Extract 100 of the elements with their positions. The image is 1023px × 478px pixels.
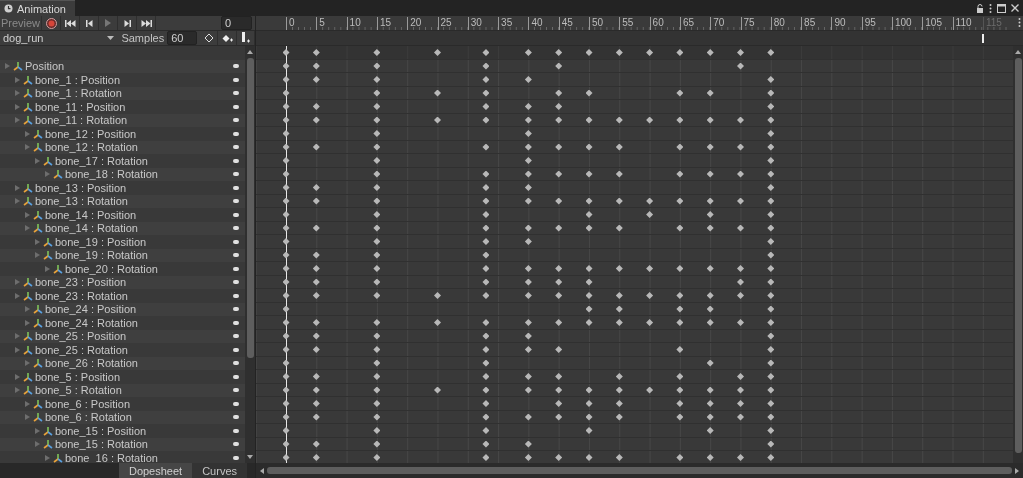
- keyframe[interactable]: [767, 251, 775, 259]
- keyframe[interactable]: [767, 130, 775, 137]
- keyframe[interactable]: [524, 265, 532, 272]
- keyframe[interactable]: [373, 319, 381, 326]
- keyframe[interactable]: [373, 278, 381, 286]
- keyframe[interactable]: [312, 373, 320, 380]
- keyframe[interactable]: [373, 76, 381, 83]
- keyframe[interactable]: [373, 454, 381, 461]
- keyframe[interactable]: [282, 373, 290, 380]
- keyframe[interactable]: [555, 143, 563, 151]
- more-options-icon[interactable]: [989, 3, 992, 13]
- keyframe[interactable]: [555, 413, 563, 421]
- keyframe[interactable]: [767, 386, 775, 394]
- keyframe[interactable]: [676, 454, 684, 461]
- more-options-icon[interactable]: [1018, 18, 1021, 27]
- keyframe[interactable]: [373, 238, 381, 245]
- keyframe[interactable]: [482, 143, 490, 151]
- keyframe[interactable]: [482, 238, 490, 245]
- window-tab[interactable]: Animation: [0, 0, 75, 16]
- keyframe[interactable]: [615, 265, 623, 272]
- maximize-icon[interactable]: [997, 3, 1006, 13]
- keyframe[interactable]: [676, 143, 684, 151]
- keyframe[interactable]: [555, 49, 563, 56]
- keyframe[interactable]: [767, 346, 775, 353]
- keyframe[interactable]: [706, 211, 714, 218]
- keyframe[interactable]: [373, 103, 381, 110]
- keyframe[interactable]: [282, 427, 290, 434]
- keyframe[interactable]: [585, 427, 593, 434]
- keyframe[interactable]: [585, 89, 593, 97]
- keyframe[interactable]: [555, 319, 563, 326]
- keyframe[interactable]: [585, 292, 593, 299]
- keyframe[interactable]: [585, 211, 593, 218]
- keyframe[interactable]: [555, 278, 563, 286]
- keyframe[interactable]: [282, 76, 290, 83]
- keyframe[interactable]: [312, 386, 320, 394]
- keyframe[interactable]: [524, 170, 532, 178]
- keyframe[interactable]: [312, 440, 320, 448]
- keyframe[interactable]: [482, 332, 490, 340]
- keyframe[interactable]: [585, 454, 593, 461]
- keyframe[interactable]: [282, 62, 290, 70]
- frame-field[interactable]: 0: [221, 16, 252, 30]
- keyframe[interactable]: [585, 143, 593, 151]
- keyframe[interactable]: [737, 278, 744, 286]
- keyframe[interactable]: [615, 143, 623, 151]
- keyframe[interactable]: [282, 278, 290, 286]
- view-tab[interactable]: Curves: [192, 463, 247, 478]
- keyframe[interactable]: [767, 170, 775, 178]
- keyframe[interactable]: [706, 49, 714, 56]
- keyframe[interactable]: [312, 454, 320, 461]
- keyframe[interactable]: [524, 278, 532, 286]
- keyframe[interactable]: [373, 143, 381, 151]
- keyframe[interactable]: [282, 89, 290, 97]
- keyframe[interactable]: [482, 292, 490, 299]
- keyframe[interactable]: [676, 305, 684, 313]
- keyframe[interactable]: [282, 319, 290, 326]
- keyframe[interactable]: [676, 197, 684, 205]
- keyframe[interactable]: [373, 62, 381, 70]
- keyframe[interactable]: [615, 49, 623, 56]
- keyframe[interactable]: [676, 386, 684, 394]
- keyframe[interactable]: [615, 116, 623, 124]
- keyframe[interactable]: [482, 211, 490, 218]
- keyframe[interactable]: [282, 143, 290, 151]
- keyframe[interactable]: [524, 346, 532, 353]
- keyframe[interactable]: [524, 454, 532, 461]
- keyframe[interactable]: [312, 319, 320, 326]
- keyframe[interactable]: [585, 319, 593, 326]
- keyframe[interactable]: [524, 157, 532, 164]
- keyframe[interactable]: [767, 373, 775, 380]
- keyframe[interactable]: [482, 76, 490, 83]
- keyframe[interactable]: [555, 62, 563, 70]
- keyframe[interactable]: [524, 332, 532, 340]
- event-marker[interactable]: [981, 34, 984, 43]
- keyframe[interactable]: [482, 62, 490, 70]
- keyframe[interactable]: [767, 440, 775, 448]
- dopesheet-grid[interactable]: [256, 46, 1013, 463]
- keyframe[interactable]: [482, 103, 490, 110]
- keyframe[interactable]: [482, 319, 490, 326]
- keyframe[interactable]: [676, 373, 684, 380]
- keyframe[interactable]: [706, 319, 714, 326]
- keyframe[interactable]: [373, 346, 381, 353]
- keyframe[interactable]: [373, 400, 381, 407]
- keyframe[interactable]: [585, 305, 593, 313]
- keyframe[interactable]: [767, 332, 775, 340]
- keyframe[interactable]: [312, 332, 320, 340]
- keyframe[interactable]: [555, 400, 563, 407]
- keyframe[interactable]: [434, 49, 441, 56]
- keyframe[interactable]: [646, 386, 654, 394]
- keyframe[interactable]: [312, 103, 320, 110]
- keyframe[interactable]: [737, 197, 744, 205]
- keyframe[interactable]: [555, 454, 563, 461]
- keyframe[interactable]: [767, 413, 775, 421]
- keyframe[interactable]: [767, 211, 775, 218]
- keyframe[interactable]: [282, 440, 290, 448]
- keyframe[interactable]: [706, 197, 714, 205]
- keyframe[interactable]: [524, 386, 532, 394]
- view-tab[interactable]: Dopesheet: [118, 463, 193, 478]
- keyframe[interactable]: [555, 116, 563, 124]
- keyframe[interactable]: [767, 305, 775, 313]
- keyframe[interactable]: [373, 332, 381, 340]
- keyframe[interactable]: [737, 319, 744, 326]
